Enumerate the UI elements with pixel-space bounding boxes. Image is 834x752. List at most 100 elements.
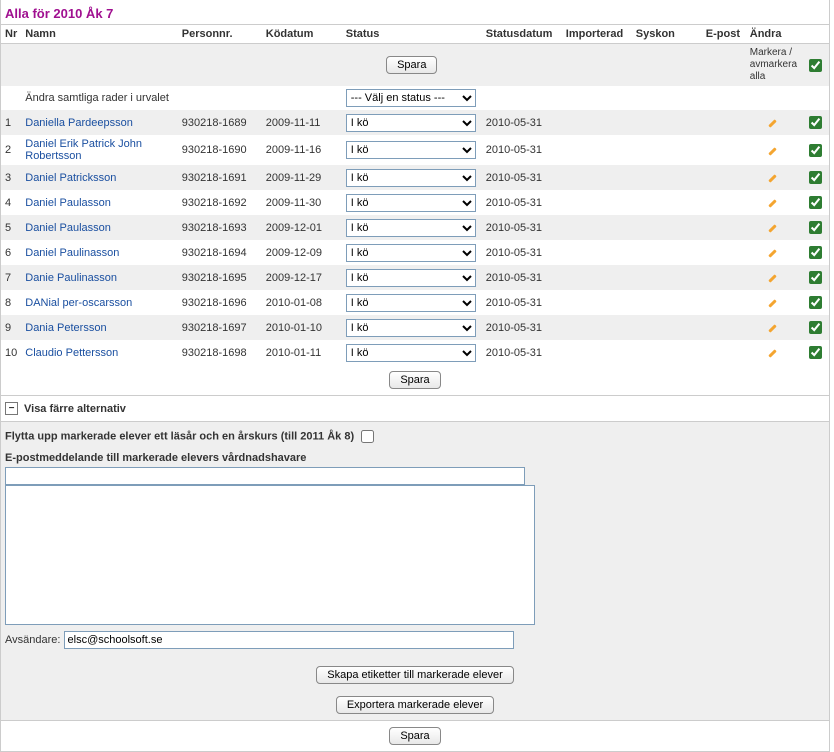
row-checkbox[interactable] [809,296,822,309]
row-status-select[interactable]: I kö [346,344,476,362]
student-name-link[interactable]: Daniel Patricksson [25,172,116,184]
table-row: 6Daniel Paulinasson930218-16942009-12-09… [1,240,829,265]
student-name-link[interactable]: Daniel Erik Patrick John Robertsson [25,138,142,162]
edit-icon[interactable] [767,345,779,357]
cell-nr: 3 [1,165,21,190]
mark-all-checkbox[interactable] [809,59,822,72]
cell-statusdatum: 2010-05-31 [482,290,562,315]
student-name-link[interactable]: Daniel Paulinasson [25,247,119,259]
export-row: Exportera markerade elever [1,690,829,720]
edit-icon[interactable] [767,195,779,207]
cell-importerad [562,315,632,340]
cell-kodatum: 2009-11-11 [262,110,342,135]
cell-statusdatum: 2010-05-31 [482,135,562,165]
col-namn: Namn [21,25,178,44]
edit-icon[interactable] [767,270,779,282]
col-status: Status [342,25,482,44]
student-name-link[interactable]: Claudio Pettersson [25,347,118,359]
row-status-select[interactable]: I kö [346,141,476,159]
cell-kodatum: 2010-01-11 [262,340,342,365]
bulk-status-select[interactable]: --- Välj en status --- [346,89,476,107]
cell-epost [702,340,746,365]
sender-input[interactable] [64,631,514,649]
cell-syskon [632,340,702,365]
row-checkbox[interactable] [809,196,822,209]
row-status-select[interactable]: I kö [346,294,476,312]
cell-epost [702,240,746,265]
cell-nr: 10 [1,340,21,365]
row-status-select[interactable]: I kö [346,114,476,132]
table-row: 5Daniel Paulasson930218-16932009-12-01I … [1,215,829,240]
cell-epost [702,110,746,135]
cell-epost [702,290,746,315]
create-labels-button[interactable]: Skapa etiketter till markerade elever [316,666,513,684]
cell-personnr: 930218-1696 [178,290,262,315]
row-status-select[interactable]: I kö [346,194,476,212]
mid-save-row: Spara [1,365,829,395]
row-checkbox[interactable] [809,116,822,129]
table-header-row: Nr Namn Personnr. Ködatum Status Statusd… [1,25,829,44]
cell-epost [702,135,746,165]
cell-nr: 5 [1,215,21,240]
cell-personnr: 930218-1689 [178,110,262,135]
row-status-select[interactable]: I kö [346,219,476,237]
row-checkbox[interactable] [809,346,822,359]
edit-icon[interactable] [767,143,779,155]
bulk-edit-row: Ändra samtliga rader i urvalet --- Välj … [1,86,829,110]
row-checkbox[interactable] [809,246,822,259]
cell-nr: 8 [1,290,21,315]
move-up-label: Flytta upp markerade elever ett läsår oc… [5,430,354,442]
save-button-bottom[interactable]: Spara [389,727,440,745]
cell-importerad [562,110,632,135]
cell-epost [702,215,746,240]
edit-icon[interactable] [767,220,779,232]
email-guardians-label: E-postmeddelande till markerade elevers … [5,449,825,467]
row-status-select[interactable]: I kö [346,169,476,187]
top-action-row: Spara Markera / avmarkera alla [1,44,829,87]
student-name-link[interactable]: Danie Paulinasson [25,272,117,284]
table-row: 3Daniel Patricksson930218-16912009-11-29… [1,165,829,190]
row-checkbox[interactable] [809,171,822,184]
move-up-checkbox[interactable] [361,430,374,443]
row-checkbox[interactable] [809,271,822,284]
row-status-select[interactable]: I kö [346,244,476,262]
edit-icon[interactable] [767,320,779,332]
email-subject-input[interactable] [5,467,525,485]
row-status-select[interactable]: I kö [346,319,476,337]
export-button[interactable]: Exportera markerade elever [336,696,494,714]
cell-syskon [632,240,702,265]
save-button-middle[interactable]: Spara [389,371,440,389]
save-button-top[interactable]: Spara [386,56,437,74]
row-checkbox[interactable] [809,144,822,157]
cell-syskon [632,215,702,240]
row-status-select[interactable]: I kö [346,269,476,287]
edit-icon[interactable] [767,295,779,307]
row-checkbox[interactable] [809,321,822,334]
edit-icon[interactable] [767,115,779,127]
cell-syskon [632,315,702,340]
alt-header-label: Visa färre alternativ [24,403,126,415]
student-name-link[interactable]: Daniel Paulasson [25,197,111,209]
edit-icon[interactable] [767,170,779,182]
cell-personnr: 930218-1698 [178,340,262,365]
collapse-toggle[interactable]: − [5,402,18,415]
student-name-link[interactable]: Dania Petersson [25,322,106,334]
bulk-edit-label: Ändra samtliga rader i urvalet [21,86,342,110]
cell-syskon [632,290,702,315]
cell-statusdatum: 2010-05-31 [482,340,562,365]
cell-kodatum: 2009-12-17 [262,265,342,290]
cell-importerad [562,340,632,365]
student-name-link[interactable]: Daniel Paulasson [25,222,111,234]
cell-nr: 7 [1,265,21,290]
table-row: 7Danie Paulinasson930218-16952009-12-17I… [1,265,829,290]
cell-syskon [632,190,702,215]
student-name-link[interactable]: DANial per-oscarsson [25,297,132,309]
col-personnr: Personnr. [178,25,262,44]
edit-icon[interactable] [767,245,779,257]
student-name-link[interactable]: Daniella Pardeepsson [25,117,133,129]
email-body-textarea[interactable] [5,485,535,625]
row-checkbox[interactable] [809,221,822,234]
cell-importerad [562,165,632,190]
cell-statusdatum: 2010-05-31 [482,215,562,240]
cell-syskon [632,265,702,290]
